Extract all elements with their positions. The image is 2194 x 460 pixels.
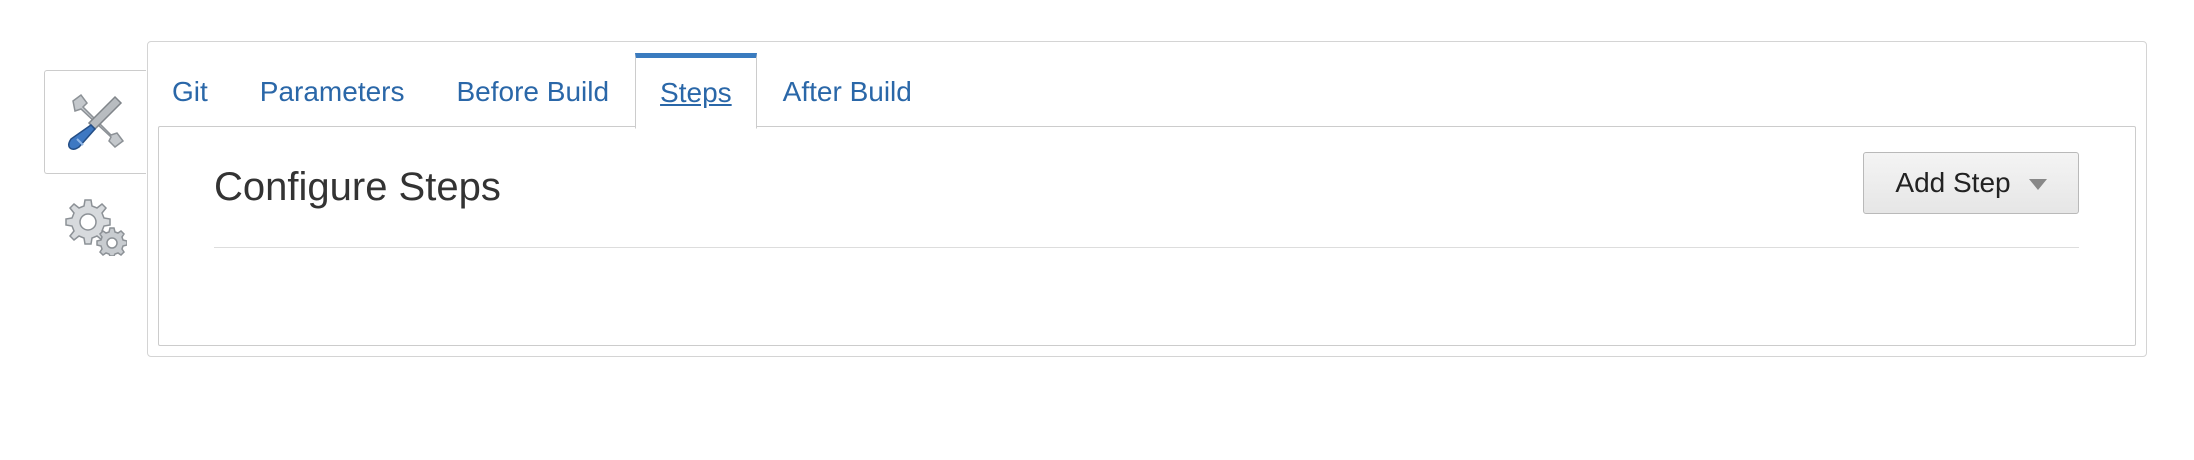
tab-parameters[interactable]: Parameters: [234, 56, 431, 128]
tab-after-build[interactable]: After Build: [757, 56, 938, 128]
add-step-label: Add Step: [1895, 167, 2011, 198]
steps-content-panel: Configure Steps Add Step: [158, 126, 2136, 346]
build-config-panel: Git Parameters Before Build Steps After …: [147, 41, 2147, 357]
gears-icon: [65, 199, 127, 256]
side-tab-strip: [44, 70, 148, 276]
caret-down-icon: [2028, 178, 2047, 190]
tab-bar: Git Parameters Before Build Steps After …: [160, 52, 938, 129]
section-title: Configure Steps: [214, 165, 501, 209]
tab-steps[interactable]: Steps: [635, 53, 757, 129]
side-tab-general-settings[interactable]: [44, 70, 146, 174]
tab-before-build[interactable]: Before Build: [431, 56, 636, 128]
side-tab-advanced-settings[interactable]: [44, 174, 146, 276]
section-divider: [214, 247, 2079, 248]
tools-icon: [67, 93, 124, 151]
tab-git[interactable]: Git: [160, 56, 234, 128]
add-step-button[interactable]: Add Step: [1863, 152, 2079, 214]
